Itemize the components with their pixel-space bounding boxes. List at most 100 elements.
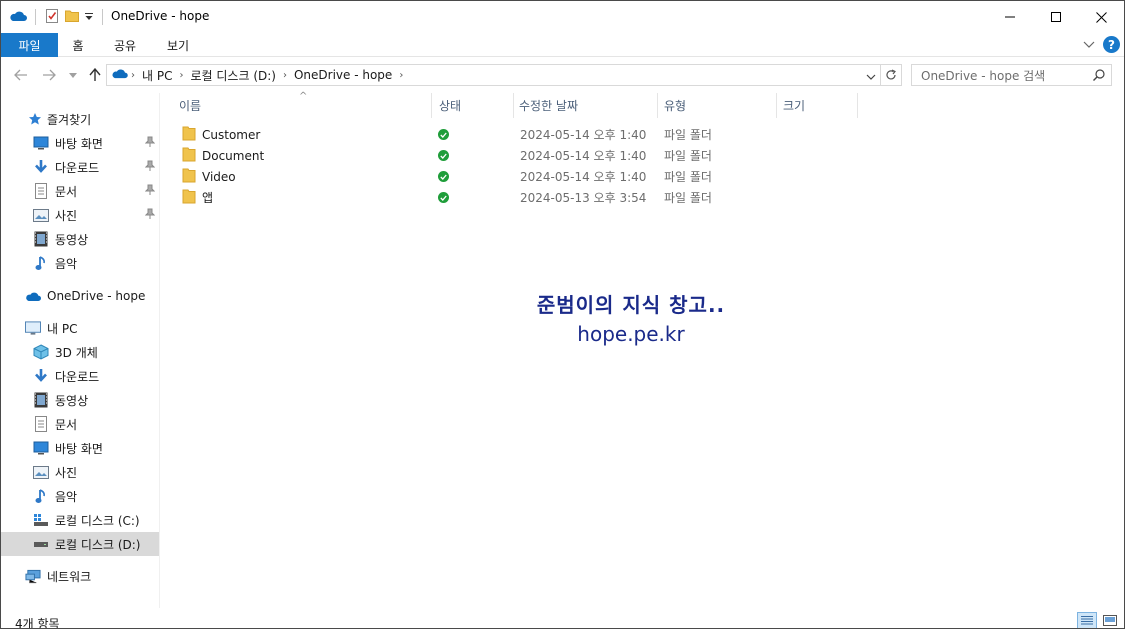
nav-pc-music[interactable]: 음악 bbox=[1, 484, 159, 508]
nav-drive-c[interactable]: 로컬 디스크 (C:) bbox=[1, 508, 159, 532]
recent-locations-icon[interactable] bbox=[64, 66, 82, 84]
breadcrumb-drive-d[interactable]: 로컬 디스크 (D:) bbox=[186, 67, 279, 84]
large-icons-view-button[interactable] bbox=[1100, 612, 1120, 628]
nav-pc-documents[interactable]: 문서 bbox=[1, 412, 159, 436]
nav-onedrive[interactable]: OneDrive - hope bbox=[1, 284, 159, 308]
nav-pc-desktop[interactable]: 바탕 화면 bbox=[1, 436, 159, 460]
file-row[interactable]: Video 2024-05-14 오후 1:40 파일 폴더 bbox=[178, 166, 738, 187]
search-input[interactable]: OneDrive - hope 검색 bbox=[911, 64, 1112, 86]
chevron-right-icon[interactable]: › bbox=[280, 70, 290, 81]
minimize-button[interactable] bbox=[987, 1, 1033, 33]
customize-toolbar-icon[interactable] bbox=[84, 10, 94, 24]
maximize-button[interactable] bbox=[1033, 1, 1079, 33]
nav-this-pc[interactable]: 내 PC bbox=[1, 316, 159, 340]
toolbar-separator bbox=[102, 9, 103, 25]
column-divider[interactable] bbox=[857, 93, 858, 118]
back-button[interactable] bbox=[12, 66, 30, 84]
video-icon bbox=[33, 392, 49, 408]
toolbar-separator bbox=[35, 9, 36, 25]
nav-videos[interactable]: 동영상 bbox=[1, 227, 159, 251]
column-header-type[interactable]: 유형 bbox=[658, 93, 776, 118]
column-divider[interactable] bbox=[431, 93, 432, 118]
file-name: Document bbox=[202, 148, 265, 163]
nav-label: 음악 bbox=[55, 256, 78, 271]
address-dropdown-icon[interactable] bbox=[866, 70, 876, 84]
explorer-window: OneDrive - hope 파일 홈 공유 보기 ? › 내 PC › 로컬… bbox=[0, 0, 1125, 629]
column-header-date[interactable]: 수정한 날짜 bbox=[513, 93, 657, 118]
music-icon bbox=[33, 488, 49, 504]
onedrive-cloud-icon bbox=[9, 10, 28, 25]
watermark-url: hope.pe.kr bbox=[577, 322, 685, 346]
pictures-icon bbox=[33, 464, 49, 480]
nav-pc-pictures[interactable]: 사진 bbox=[1, 460, 159, 484]
music-icon bbox=[33, 255, 49, 271]
properties-icon[interactable] bbox=[44, 8, 60, 27]
item-count: 4개 항목 bbox=[15, 617, 60, 629]
nav-quick-access[interactable]: 즐겨찾기 bbox=[1, 107, 159, 131]
column-header-size[interactable]: 크기 bbox=[777, 93, 857, 118]
file-row[interactable]: Document 2024-05-14 오후 1:40 파일 폴더 bbox=[178, 145, 738, 166]
file-type: 파일 폴더 bbox=[664, 128, 712, 142]
sync-status-cell bbox=[438, 145, 449, 166]
pin-icon[interactable] bbox=[144, 184, 156, 199]
file-row[interactable]: Customer 2024-05-14 오후 1:40 파일 폴더 bbox=[178, 124, 738, 145]
nav-pc-downloads[interactable]: 다운로드 bbox=[1, 364, 159, 388]
pin-icon[interactable] bbox=[144, 208, 156, 223]
breadcrumb-this-pc[interactable]: 내 PC bbox=[138, 67, 176, 84]
chevron-right-icon[interactable]: › bbox=[176, 70, 186, 81]
nav-documents[interactable]: 문서 bbox=[1, 179, 159, 203]
nav-pictures[interactable]: 사진 bbox=[1, 203, 159, 227]
help-button[interactable]: ? bbox=[1103, 36, 1120, 53]
onedrive-cloud-icon bbox=[111, 68, 128, 82]
file-type: 파일 폴더 bbox=[664, 149, 712, 163]
nav-label: 로컬 디스크 (D:) bbox=[55, 537, 141, 552]
breadcrumb-onedrive[interactable]: OneDrive - hope bbox=[290, 68, 396, 82]
file-row[interactable]: 앱 2024-05-13 오후 3:54 파일 폴더 bbox=[178, 187, 738, 208]
nav-desktop[interactable]: 바탕 화면 bbox=[1, 131, 159, 155]
file-date: 2024-05-14 오후 1:40 bbox=[520, 128, 647, 142]
expand-ribbon-icon[interactable] bbox=[1083, 38, 1095, 52]
sync-status-cell bbox=[438, 124, 449, 145]
up-button[interactable] bbox=[86, 66, 104, 84]
tab-home[interactable]: 홈 bbox=[63, 33, 93, 57]
nav-label: 로컬 디스크 (C:) bbox=[55, 513, 140, 528]
forward-button[interactable] bbox=[40, 66, 58, 84]
new-folder-icon[interactable] bbox=[64, 8, 80, 27]
nav-label: 동영상 bbox=[55, 393, 89, 408]
drive-icon bbox=[33, 536, 49, 552]
details-view-button[interactable] bbox=[1077, 612, 1097, 628]
chevron-right-icon[interactable]: › bbox=[128, 70, 138, 81]
nav-music[interactable]: 음악 bbox=[1, 251, 159, 275]
chevron-right-icon[interactable]: › bbox=[396, 70, 406, 81]
tab-file[interactable]: 파일 bbox=[1, 33, 58, 57]
refresh-button[interactable] bbox=[880, 64, 902, 86]
pin-icon[interactable] bbox=[144, 160, 156, 175]
nav-label: 바탕 화면 bbox=[55, 441, 103, 456]
ribbon-tabs: 파일 홈 공유 보기 ? bbox=[1, 33, 1124, 57]
synced-check-icon bbox=[438, 171, 449, 182]
nav-3d-objects[interactable]: 3D 개체 bbox=[1, 340, 159, 364]
nav-downloads[interactable]: 다운로드 bbox=[1, 155, 159, 179]
document-icon bbox=[33, 183, 49, 199]
file-name: Customer bbox=[202, 127, 261, 142]
nav-pc-videos[interactable]: 동영상 bbox=[1, 388, 159, 412]
tab-view[interactable]: 보기 bbox=[158, 33, 198, 57]
nav-label: 음악 bbox=[55, 489, 78, 504]
tab-share[interactable]: 공유 bbox=[105, 33, 145, 57]
folder-icon bbox=[182, 125, 196, 144]
search-icon[interactable] bbox=[1092, 68, 1106, 85]
nav-network[interactable]: 네트워크 bbox=[1, 564, 159, 588]
document-icon bbox=[33, 416, 49, 432]
file-name: Video bbox=[202, 169, 236, 184]
address-bar[interactable]: › 내 PC › 로컬 디스크 (D:) › OneDrive - hope › bbox=[106, 64, 881, 86]
synced-check-icon bbox=[438, 150, 449, 161]
close-button[interactable] bbox=[1078, 1, 1124, 33]
nav-label: 사진 bbox=[55, 208, 78, 223]
star-icon bbox=[27, 111, 43, 127]
pin-icon[interactable] bbox=[144, 136, 156, 151]
nav-drive-d[interactable]: 로컬 디스크 (D:) bbox=[1, 532, 159, 556]
column-header-status[interactable]: 상태 bbox=[433, 93, 513, 118]
pictures-icon bbox=[33, 207, 49, 223]
synced-check-icon bbox=[438, 192, 449, 203]
column-header-name[interactable]: 이름 bbox=[173, 93, 431, 118]
